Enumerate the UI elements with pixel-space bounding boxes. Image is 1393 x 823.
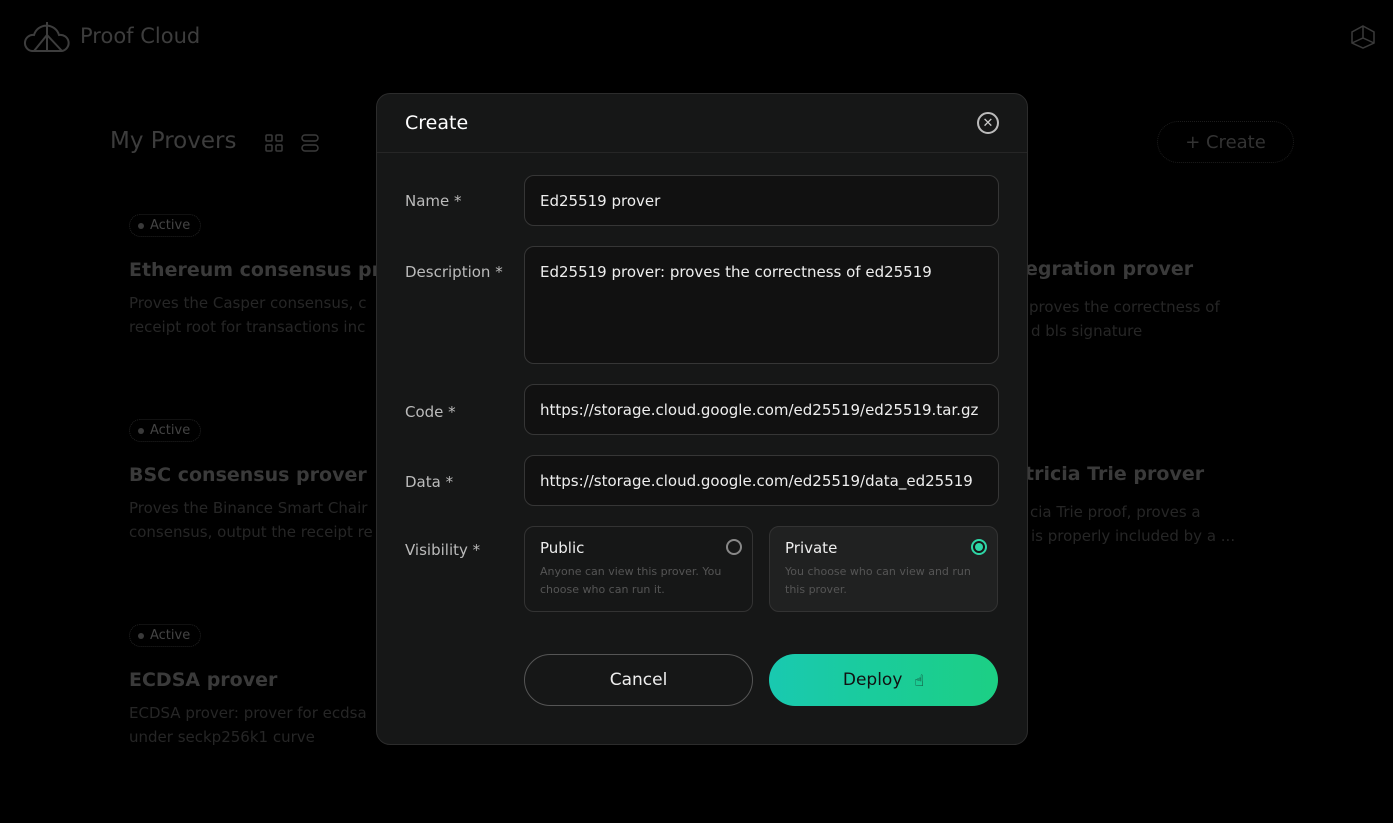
- code-input[interactable]: https://storage.cloud.google.com/ed25519…: [524, 384, 999, 435]
- card-desc-line: consensus, output the receipt re: [129, 523, 373, 541]
- status-badge: Active: [129, 214, 201, 237]
- prover-card[interactable]: Active BSC consensus prover Proves the B…: [129, 419, 373, 544]
- card-desc-line: proves the correctness of: [1029, 298, 1220, 316]
- description-label: Description *: [405, 263, 503, 281]
- option-title: Public: [540, 539, 585, 557]
- name-label: Name *: [405, 192, 462, 210]
- description-textarea[interactable]: Ed25519 prover: proves the correctness o…: [524, 246, 999, 364]
- card-title: BSC consensus prover: [129, 464, 367, 486]
- cancel-button[interactable]: Cancel: [524, 654, 753, 706]
- card-desc-line: Proves the Casper consensus, c: [129, 294, 367, 312]
- visibility-private-option[interactable]: Private You choose who can view and run …: [769, 526, 998, 612]
- card-desc-line: cia Trie proof, proves a: [1030, 503, 1201, 521]
- card-title: egration prover: [1025, 258, 1194, 280]
- app-logo[interactable]: Proof Cloud: [22, 18, 200, 54]
- dialog-title: Create: [405, 112, 469, 134]
- create-button[interactable]: + Create: [1157, 121, 1294, 163]
- card-desc-line: ECDSA prover: prover for ecdsa: [129, 704, 367, 722]
- list-view-icon[interactable]: [301, 134, 319, 156]
- deploy-button[interactable]: Deploy ☝: [769, 654, 998, 706]
- page-title: My Provers: [110, 128, 237, 154]
- private-radio[interactable]: [971, 539, 987, 555]
- option-desc: You choose who can view and run this pro…: [785, 565, 971, 596]
- grid-view-icon[interactable]: [265, 134, 283, 156]
- option-title: Private: [785, 539, 838, 557]
- prover-card[interactable]: Active Ethereum consensus pro Proves the…: [129, 214, 394, 339]
- public-radio[interactable]: [726, 539, 742, 555]
- data-input[interactable]: https://storage.cloud.google.com/ed25519…: [524, 455, 999, 506]
- visibility-public-option[interactable]: Public Anyone can view this prover. You …: [524, 526, 753, 612]
- status-badge: Active: [129, 419, 201, 442]
- code-label: Code *: [405, 403, 456, 421]
- option-desc: Anyone can view this prover. You choose …: [540, 565, 722, 596]
- name-input[interactable]: Ed25519 prover: [524, 175, 999, 226]
- user-avatar-icon[interactable]: [1350, 24, 1376, 54]
- card-desc-line: is properly included by a ...: [1031, 527, 1236, 545]
- card-desc-line: receipt root for transactions inc: [129, 318, 366, 336]
- card-desc-line: d bls signature: [1031, 322, 1143, 340]
- status-badge: Active: [129, 624, 201, 647]
- card-desc-line: Proves the Binance Smart Chair: [129, 499, 368, 517]
- deploy-label: Deploy: [842, 670, 903, 690]
- create-dialog: Create ✕ Name * Ed25519 prover Descripti…: [376, 93, 1028, 745]
- data-label: Data *: [405, 473, 454, 491]
- app-name: Proof Cloud: [80, 24, 201, 48]
- cloud-logo-icon: [23, 22, 70, 52]
- card-title: tricia Trie prover: [1025, 463, 1205, 485]
- pointer-cursor-icon: ☝: [914, 670, 925, 690]
- visibility-label: Visibility *: [405, 541, 481, 559]
- card-title: Ethereum consensus pro: [129, 259, 395, 281]
- card-title: ECDSA prover: [129, 669, 278, 691]
- prover-card[interactable]: Active ECDSA prover ECDSA prover: prover…: [129, 624, 367, 749]
- card-desc-line: under seckp256k1 curve: [129, 728, 315, 746]
- close-icon[interactable]: ✕: [977, 112, 999, 134]
